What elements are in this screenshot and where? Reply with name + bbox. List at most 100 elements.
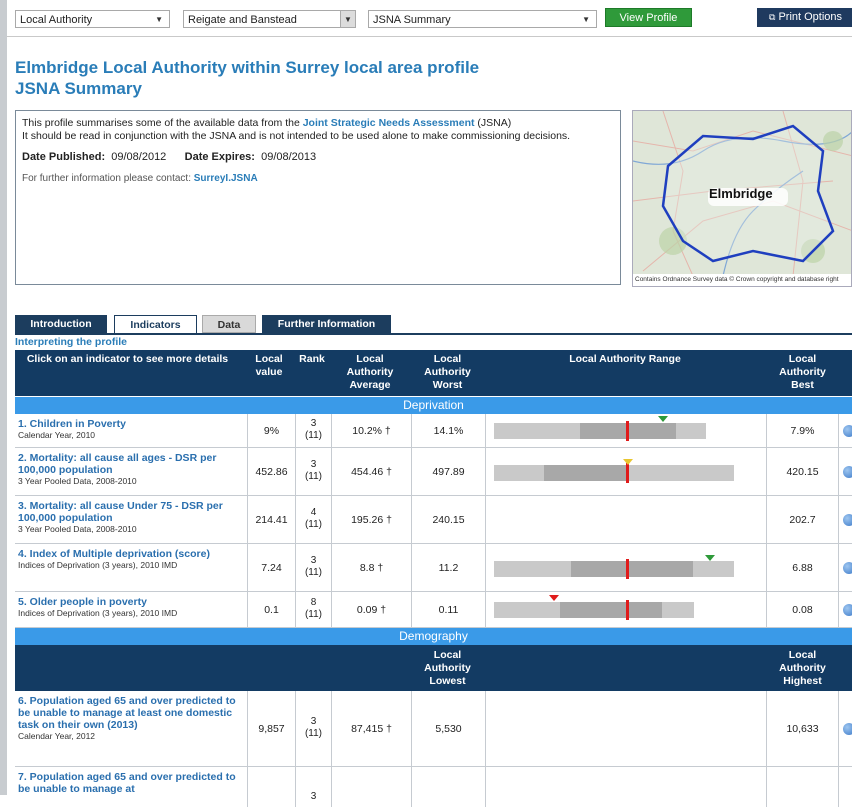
jsna-link[interactable]: Joint Strategic Needs Assessment <box>303 117 475 129</box>
info-icon[interactable] <box>843 604 852 616</box>
info-icon[interactable] <box>843 514 852 526</box>
range-cell <box>485 767 766 807</box>
indicator-period: Calendar Year, 2012 <box>18 731 96 741</box>
table-subheader: Local Authority Lowest Local Authority H… <box>15 645 852 691</box>
rank-of: (11) <box>304 728 323 739</box>
col-rank: Rank <box>299 353 325 365</box>
area-type-value: Local Authority <box>20 14 93 26</box>
col-average: Local Authority Average <box>346 353 394 391</box>
page-title-line2: JSNA Summary <box>15 79 142 98</box>
best-value: 7.9% <box>766 414 838 447</box>
col-best: Local Authority Best <box>779 353 826 391</box>
indicator-period: Indices of Deprivation (3 years), 2010 I… <box>18 608 178 618</box>
page-title: Elmbridge Local Authority within Surrey … <box>15 57 479 99</box>
worst-value: 240.15 <box>411 496 485 543</box>
indicator-period: 3 Year Pooled Data, 2008-2010 <box>18 524 137 534</box>
rank-of: (11) <box>304 471 323 482</box>
average-value: 87,415 † <box>331 691 411 766</box>
range-interquartile <box>544 465 626 481</box>
info-icon[interactable] <box>843 723 852 735</box>
area-map: Elmbridge Contains Ordnance Survey data … <box>632 110 852 287</box>
tab-indicators[interactable]: Indicators <box>114 315 197 333</box>
rank: 8 (11) <box>295 592 331 627</box>
rank-value: 3 <box>310 716 317 727</box>
info-icon[interactable] <box>843 562 852 574</box>
interpreting-link[interactable]: Interpreting the profile <box>15 336 127 348</box>
window-left-edge <box>0 0 7 795</box>
view-profile-button[interactable]: View Profile <box>605 8 692 27</box>
indicator-period: Calendar Year, 2010 <box>18 430 96 440</box>
section-deprivation: Deprivation <box>15 397 852 414</box>
indicator-title[interactable]: 3. Mortality: all cause Under 75 - DSR p… <box>18 500 243 524</box>
table-row[interactable]: 7. Population aged 65 and over predicted… <box>15 767 852 807</box>
table-row[interactable]: 1. Children in Poverty Calendar Year, 201… <box>15 414 852 448</box>
chevron-down-icon: ▼ <box>340 11 355 27</box>
print-options-label: Print Options <box>778 11 843 23</box>
indicator-title[interactable]: 6. Population aged 65 and over predicted… <box>18 695 243 731</box>
print-options-button[interactable]: ⧉ Print Options <box>757 8 852 27</box>
indicator-period: 3 Year Pooled Data, 2008-2010 <box>18 476 137 486</box>
info-icon[interactable] <box>843 425 852 437</box>
contact-link[interactable]: SurreyI.JSNA <box>194 173 258 184</box>
table-row[interactable]: 2. Mortality: all cause all ages - DSR p… <box>15 448 852 496</box>
info-cell <box>838 544 852 591</box>
local-value: 9% <box>247 414 295 447</box>
rank-value: 3 <box>310 418 317 429</box>
area-type-select[interactable]: Local Authority ▼ <box>15 10 170 28</box>
best-value: 0.08 <box>766 592 838 627</box>
tab-further-information[interactable]: Further Information <box>262 315 391 333</box>
table-row[interactable]: 6. Population aged 65 and over predicted… <box>15 691 852 767</box>
range-cell <box>485 414 766 447</box>
indicator-title[interactable]: 4. Index of Multiple deprivation (score) <box>18 548 243 560</box>
rank: 3 (11) <box>295 448 331 495</box>
col-worst: Local Authority Worst <box>424 353 471 391</box>
local-value: 7.24 <box>247 544 295 591</box>
tab-introduction[interactable]: Introduction <box>15 315 107 333</box>
indicator-title[interactable]: 7. Population aged 65 and over predicted… <box>18 771 243 795</box>
indicator-title[interactable]: 5. Older people in poverty <box>18 596 243 608</box>
range-interquartile <box>560 602 662 618</box>
local-value: 214.41 <box>247 496 295 543</box>
worst-value: 497.89 <box>411 448 485 495</box>
rank-value: 3 <box>310 791 317 802</box>
expires-date: 09/08/2013 <box>261 151 317 163</box>
worst-value: 11.2 <box>411 544 485 591</box>
table-row[interactable]: 4. Index of Multiple deprivation (score)… <box>15 544 852 592</box>
published-label: Date Published: <box>22 151 106 163</box>
table-row[interactable]: 5. Older people in poverty Indices of Dep… <box>15 592 852 628</box>
indicator-name: 3. Mortality: all cause Under 75 - DSR p… <box>18 500 243 534</box>
lowest-value <box>411 767 485 807</box>
rank-of: (11) <box>304 567 323 578</box>
area-select[interactable]: Reigate and Banstead ▼ <box>183 10 356 28</box>
intro-pre: This profile summarises some of the avai… <box>22 117 303 129</box>
table-header: Click on an indicator to see more detail… <box>15 350 852 396</box>
local-value <box>247 767 295 807</box>
page-title-line1: Elmbridge Local Authority within Surrey … <box>15 58 480 77</box>
intro-post: (JSNA) <box>474 117 512 129</box>
rank-value: 3 <box>310 459 317 470</box>
print-icon: ⧉ <box>769 12 776 22</box>
published-date: 09/08/2012 <box>111 151 167 163</box>
contact-line: For further information please contact: … <box>22 172 614 185</box>
rank: 3 (11) <box>295 691 331 766</box>
map-label: Elmbridge <box>709 186 773 201</box>
info-cell <box>838 691 852 766</box>
area-value: Reigate and Banstead <box>188 14 297 26</box>
profile-select[interactable]: JSNA Summary ▼ <box>368 10 597 28</box>
table-row[interactable]: 3. Mortality: all cause Under 75 - DSR p… <box>15 496 852 544</box>
rank: 4 (11) <box>295 496 331 543</box>
indicator-title[interactable]: 1. Children in Poverty <box>18 418 243 430</box>
tab-data[interactable]: Data <box>202 315 256 333</box>
info-icon[interactable] <box>843 466 852 478</box>
lowest-value: 5,530 <box>411 691 485 766</box>
range-cell <box>485 592 766 627</box>
indicator-title[interactable]: 2. Mortality: all cause all ages - DSR p… <box>18 452 243 476</box>
indicator-name: 5. Older people in poverty Indices of Dep… <box>18 596 243 618</box>
rank-of: (11) <box>304 519 323 530</box>
england-marker <box>626 600 629 620</box>
indicator-period: Indices of Deprivation (3 years), 2010 I… <box>18 560 178 570</box>
best-value: 6.88 <box>766 544 838 591</box>
col-highest: Local Authority Highest <box>779 649 826 687</box>
info-cell <box>838 592 852 627</box>
col-range: Local Authority Range <box>569 353 681 365</box>
